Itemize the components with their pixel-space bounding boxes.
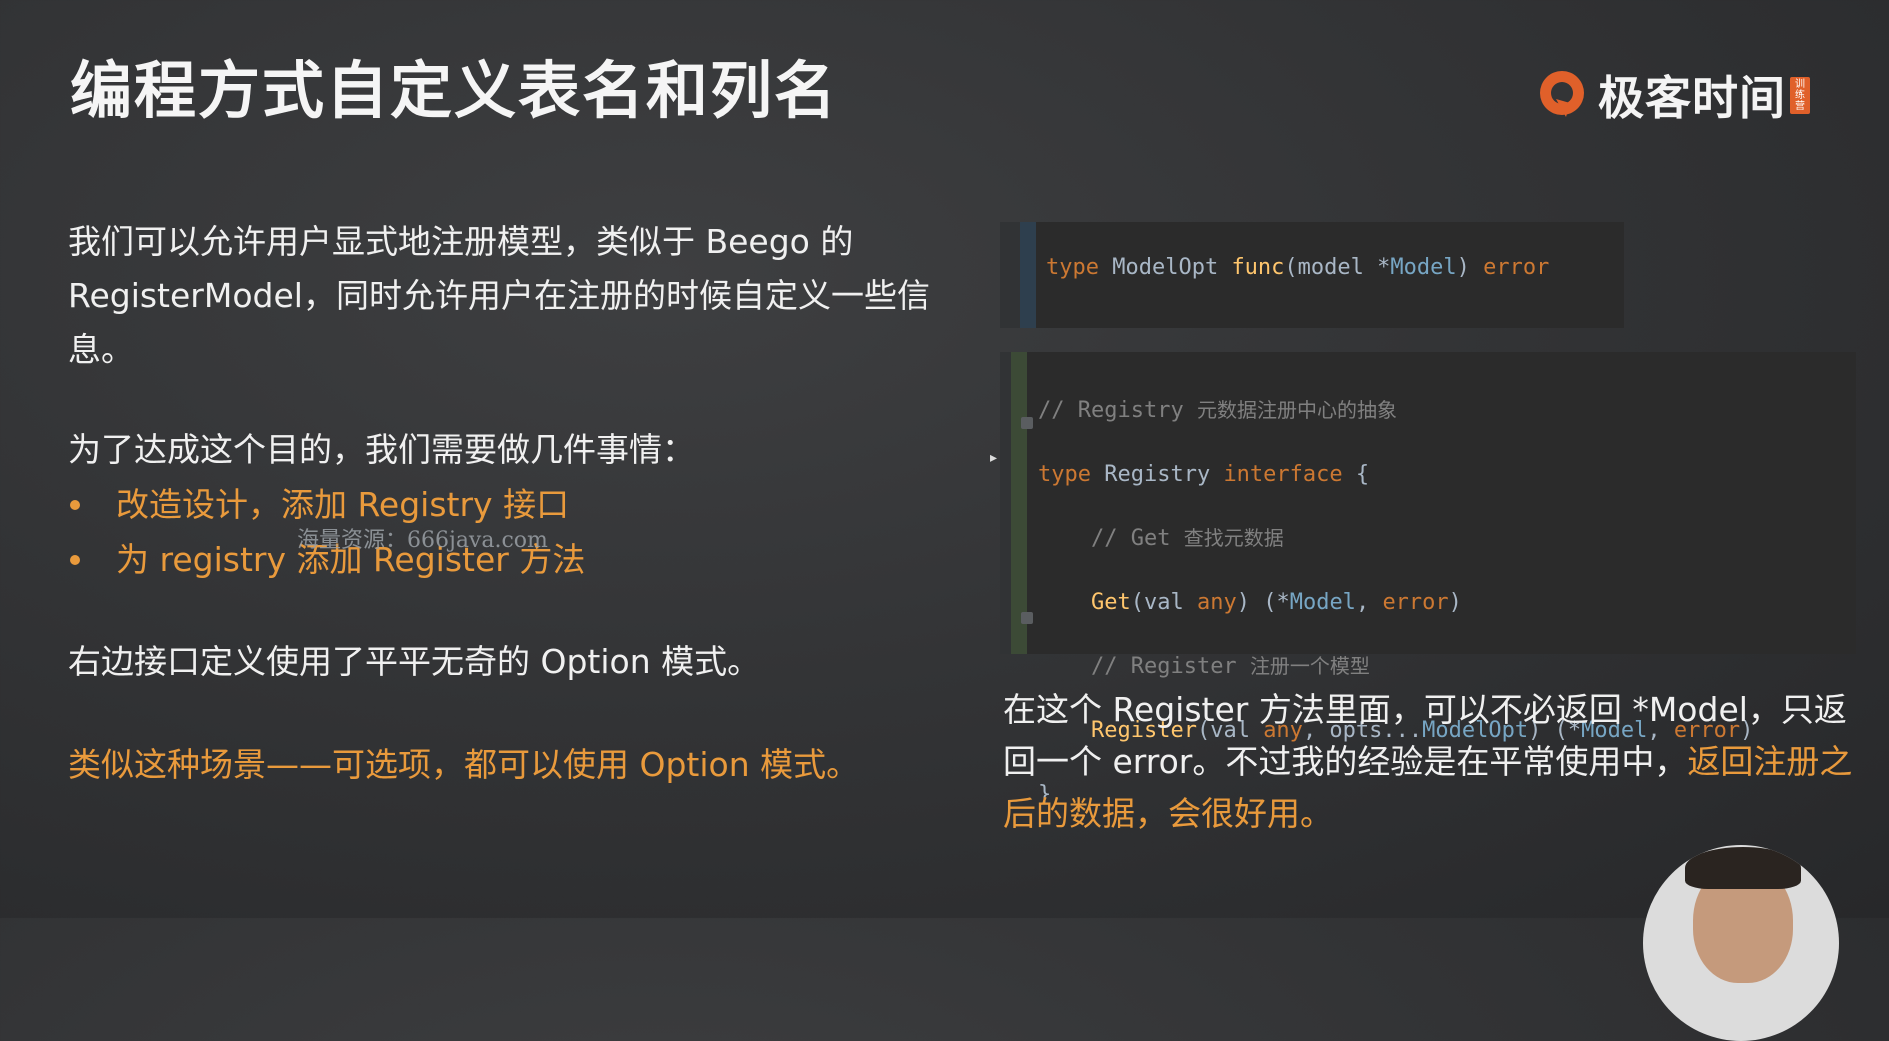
slide-title: 编程方式自定义表名和列名: [70, 54, 839, 127]
register-note: 在这个 Register 方法里面，可以不必返回 *Model，只返回一个 er…: [1003, 684, 1873, 840]
geekbang-logo: 极客时间 训练营: [1536, 62, 1810, 128]
editor-gutter: [1000, 222, 1036, 328]
code-line: Get(val any) (*Model, error): [1090, 590, 1462, 615]
fold-marker-icon[interactable]: [1020, 611, 1034, 625]
watermark: 海量资源：666java.com: [297, 528, 548, 553]
intro-paragraph: 我们可以允许用户显式地注册模型，类似于 Beego 的 RegisterMode…: [68, 222, 930, 369]
option-highlight: 类似这种场景——可选项，都可以使用 Option 模式。: [68, 745, 860, 784]
code-line: // Register 注册一个模型: [1090, 654, 1370, 679]
logo-badge: 训练营: [1790, 76, 1810, 114]
presenter-webcam: [1643, 845, 1839, 1041]
option-note: 右边接口定义使用了平平无奇的 Option 模式。: [68, 642, 761, 681]
bullet-dot: [70, 499, 80, 510]
code-line: type Registry interface {: [1038, 462, 1370, 487]
geekbang-logo-icon: [1536, 69, 1588, 121]
code-line: // Registry 元数据注册中心的抽象: [1038, 398, 1397, 423]
fold-marker-icon[interactable]: [1020, 416, 1034, 430]
code-line: type ModelOpt func(model *Model) error: [1046, 255, 1550, 280]
code-line: // Get 查找元数据: [1090, 526, 1284, 551]
bullet-dot: [70, 554, 80, 565]
mouse-cursor-icon: ▸: [990, 450, 998, 466]
goal-paragraph: 为了达成这个目的，我们需要做几件事情：: [68, 430, 695, 469]
editor-gutter: [1000, 352, 1027, 654]
code-block-modelopt: type ModelOpt func(model *Model) error: [1000, 222, 1624, 328]
logo-text: 极客时间: [1598, 71, 1786, 125]
code-block-registry: // Registry 元数据注册中心的抽象 type Registry int…: [1000, 352, 1856, 807]
